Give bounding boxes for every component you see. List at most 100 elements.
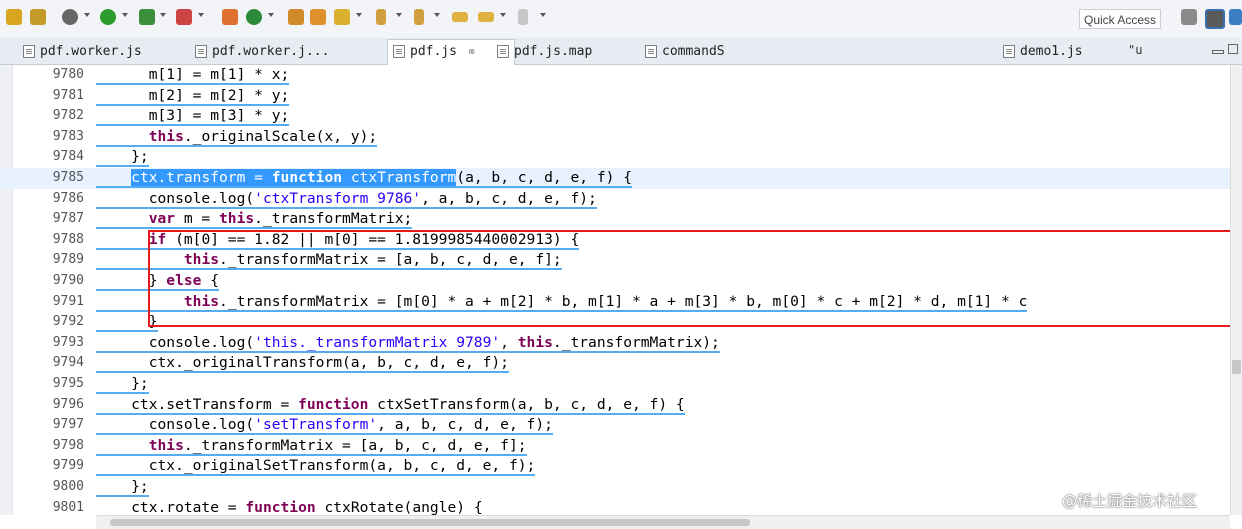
js-file-icon [23, 45, 35, 58]
code-line[interactable]: 9787 var m = this._transformMatrix; [0, 209, 1230, 230]
tab-demo1-js[interactable]: demo1.js [998, 40, 1083, 63]
line-number: 9788 [52, 231, 84, 247]
code-line[interactable]: 9800 }; [0, 477, 1230, 498]
horizontal-scrollbar[interactable] [96, 515, 1230, 529]
perspective-icon[interactable] [1181, 9, 1197, 25]
code-line[interactable]: 9785 ctx.transform = function ctxTransfo… [0, 168, 1230, 189]
chevron-down-icon[interactable] [434, 13, 440, 17]
save-icon[interactable] [6, 9, 22, 25]
code-line[interactable]: 9794 ctx._originalTransform(a, b, c, d, … [0, 353, 1230, 374]
js-file-icon [497, 45, 509, 58]
quick-access-field[interactable]: Quick Access [1079, 9, 1161, 29]
line-number: 9800 [52, 479, 84, 494]
chevron-down-icon[interactable] [84, 13, 90, 17]
code-line[interactable]: 9781 m[2] = m[2] * y; [0, 86, 1230, 107]
line-number: 9794 [52, 355, 84, 371]
chevron-down-icon[interactable] [356, 13, 362, 17]
main-toolbar: Quick Access [0, 0, 1242, 39]
js-file-icon [1003, 45, 1015, 58]
settings-gear-icon[interactable] [62, 9, 78, 25]
open-type-icon[interactable] [288, 9, 304, 25]
highlight-annotation-box [148, 230, 1230, 327]
line-number: 9790 [52, 273, 84, 288]
maximize-icon[interactable] [1228, 44, 1238, 54]
tab-label: commandS [662, 44, 725, 59]
java-perspective-icon[interactable] [1205, 9, 1225, 29]
line-number: 9795 [52, 376, 84, 391]
tab-label: pdf.js.map [514, 44, 593, 59]
chevron-down-icon[interactable] [268, 13, 274, 17]
pin-icon[interactable] [518, 9, 528, 25]
js-file-icon [393, 45, 405, 58]
watermark-text: @稀土掘金技术社区 [1062, 492, 1198, 510]
tab-pdf-worker-js-truncated[interactable]: pdf.worker.j... [190, 40, 329, 63]
chevron-down-icon[interactable] [396, 13, 402, 17]
vertical-scroll-thumb[interactable] [1232, 360, 1241, 374]
tab-pdf-js-map[interactable]: pdf.js.map [492, 40, 592, 63]
back-icon[interactable] [452, 12, 468, 22]
code-line[interactable]: 9784 }; [0, 147, 1230, 168]
close-icon[interactable]: ⌧ [469, 47, 475, 58]
tab-label: pdf.worker.js [40, 44, 142, 59]
external-tools-icon[interactable] [176, 9, 192, 25]
tab-overflow-button[interactable]: "u [1128, 43, 1142, 57]
tab-commands[interactable]: commandS [640, 40, 725, 63]
tab-label: demo1.js [1020, 44, 1083, 59]
chevron-down-icon[interactable] [500, 13, 506, 17]
code-line[interactable]: 9796 ctx.setTransform = function ctxSetT… [0, 395, 1230, 416]
line-number: 9797 [52, 417, 84, 433]
line-number: 9781 [52, 87, 84, 103]
open-resource-icon[interactable] [310, 9, 326, 25]
line-number: 9791 [52, 293, 84, 309]
js-file-icon [645, 45, 657, 58]
chevron-down-icon[interactable] [540, 13, 546, 17]
debug-icon[interactable] [139, 9, 155, 25]
chevron-down-icon[interactable] [122, 13, 128, 17]
search-icon[interactable] [334, 9, 350, 25]
code-line[interactable]: 9799 ctx._originalSetTransform(a, b, c, … [0, 456, 1230, 477]
line-number: 9783 [52, 128, 84, 144]
line-number: 9801 [52, 499, 84, 515]
editor-tab-bar: pdf.worker.js pdf.worker.j... pdf.js ⌧ p… [0, 38, 1242, 65]
line-number: 9798 [52, 437, 84, 453]
prev-annotation-icon[interactable] [414, 9, 424, 25]
code-line[interactable]: 9795 }; [0, 374, 1230, 395]
tab-label: pdf.worker.j... [212, 44, 330, 59]
line-number: 9792 [52, 314, 84, 330]
line-number: 9784 [52, 149, 84, 165]
line-number: 9786 [52, 190, 84, 206]
line-number: 9782 [52, 108, 84, 124]
tab-pdf-worker-js[interactable]: pdf.worker.js [18, 40, 142, 63]
code-line[interactable]: 9780 m[1] = m[1] * x; [0, 65, 1230, 86]
new-class-icon[interactable] [246, 9, 262, 25]
chevron-down-icon[interactable] [198, 13, 204, 17]
code-line[interactable]: 9798 this._transformMatrix = [a, b, c, d… [0, 436, 1230, 457]
debug-perspective-icon[interactable] [1229, 9, 1242, 25]
code-line[interactable]: 9786 console.log('ctxTransform 9786', a,… [0, 189, 1230, 210]
forward-icon[interactable] [478, 12, 494, 22]
code-line[interactable]: 9797 console.log('setTransform', a, b, c… [0, 415, 1230, 436]
minimize-icon[interactable] [1212, 50, 1224, 54]
run-icon[interactable] [100, 9, 116, 25]
code-line[interactable]: 9783 this._originalScale(x, y); [0, 127, 1230, 148]
line-number: 9787 [52, 211, 84, 227]
code-line[interactable]: 9793 console.log('this._transformMatrix … [0, 333, 1230, 354]
save-all-icon[interactable] [30, 9, 46, 25]
new-package-icon[interactable] [222, 9, 238, 25]
line-number: 9799 [52, 458, 84, 474]
code-text[interactable]: ctx.rotate = function ctxRotate(angle) { [96, 498, 482, 515]
code-line[interactable]: 9782 m[3] = m[3] * y; [0, 106, 1230, 127]
chevron-down-icon[interactable] [160, 13, 166, 17]
code-line[interactable]: 9801 ctx.rotate = function ctxRotate(ang… [0, 498, 1230, 515]
line-number: 9796 [52, 396, 84, 412]
next-annotation-icon[interactable] [376, 9, 386, 25]
line-number: 9789 [52, 252, 84, 268]
line-number: 9785 [52, 170, 84, 185]
line-number: 9793 [52, 334, 84, 350]
vertical-scrollbar[interactable] [1230, 65, 1242, 515]
line-number: 9780 [52, 67, 84, 82]
js-file-icon [195, 45, 207, 58]
horizontal-scroll-thumb[interactable] [110, 519, 750, 526]
code-editor[interactable]: 9780 m[1] = m[1] * x; 9781 m[2] = m[2] * … [0, 65, 1230, 515]
tab-label: pdf.js [410, 44, 457, 59]
